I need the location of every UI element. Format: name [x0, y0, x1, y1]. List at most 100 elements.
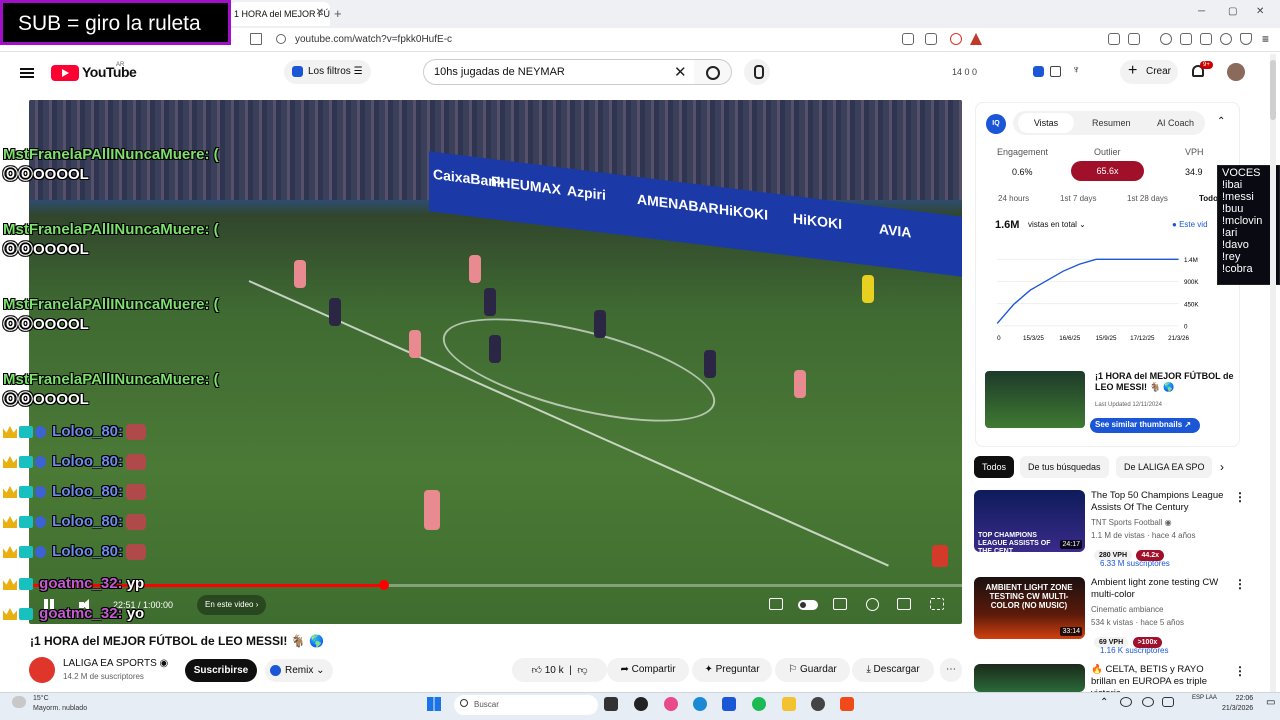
- system-clock[interactable]: 22:06 21/3/2026: [1222, 694, 1253, 714]
- scrubber-handle[interactable]: [379, 580, 390, 590]
- related-title[interactable]: 🔥 CELTA, BETIS y RAYO brillan en EUROPA …: [1091, 664, 1226, 692]
- tab-resumen[interactable]: Resumen: [1092, 118, 1131, 128]
- extensions-icon[interactable]: [1108, 33, 1120, 45]
- browser-tab[interactable]: 1 HORA del MEJOR FÚTBOL✕: [230, 2, 330, 26]
- wallet-icon[interactable]: [1200, 33, 1212, 45]
- spotify-icon[interactable]: [752, 697, 766, 711]
- brave-rewards-icon[interactable]: [970, 33, 982, 45]
- reader-icon[interactable]: [1128, 33, 1140, 45]
- url-field[interactable]: youtube.com/watch?v=fpkk0HufE-c: [295, 34, 452, 45]
- tools-icon[interactable]: [1050, 66, 1061, 77]
- site-info-icon[interactable]: [276, 34, 286, 44]
- download-button[interactable]: ⤓ Descargar: [852, 658, 934, 682]
- autoplay-toggle[interactable]: [798, 600, 818, 610]
- chip-from-channel[interactable]: De LALIGA EA SPO: [1116, 456, 1212, 478]
- subtitles-icon[interactable]: [833, 598, 847, 610]
- taskbar-search[interactable]: Buscar: [454, 695, 598, 715]
- cloud-icon[interactable]: [1142, 697, 1154, 707]
- task-view-icon[interactable]: [604, 697, 618, 711]
- related-thumbnail[interactable]: TOP CHAMPIONS LEAGUE ASSISTS OF THE CENT…: [974, 490, 1085, 552]
- search-button[interactable]: [694, 59, 732, 85]
- more-actions-icon[interactable]: ⋯: [940, 658, 962, 682]
- scrollbar-thumb[interactable]: [1270, 60, 1276, 120]
- avatar[interactable]: [1227, 63, 1245, 81]
- channel-name[interactable]: LALIGA EA SPORTS ◉: [63, 658, 168, 669]
- browser-menu-icon[interactable]: ≡: [1262, 32, 1269, 46]
- views-dropdown[interactable]: vistas en total ⌄: [1028, 220, 1086, 229]
- notification-center-icon[interactable]: ▭: [1266, 697, 1275, 708]
- brave-shield-icon[interactable]: [950, 33, 962, 45]
- clear-search-icon[interactable]: ✕: [674, 63, 687, 81]
- store-icon[interactable]: [722, 697, 736, 711]
- bookmark-icon[interactable]: [250, 33, 262, 45]
- ask-button[interactable]: ✦ Preguntar: [692, 658, 772, 682]
- chevron-right-icon[interactable]: ›: [1220, 460, 1224, 474]
- app-icon[interactable]: [634, 697, 648, 711]
- obs-icon[interactable]: [811, 697, 825, 711]
- related-channel[interactable]: TNT Sports Football ◉: [1091, 518, 1172, 527]
- related-title[interactable]: Ambient light zone testing CW multi-colo…: [1091, 577, 1226, 601]
- media-icon[interactable]: [1160, 33, 1172, 45]
- scrollbar[interactable]: [1270, 54, 1276, 694]
- see-similar-thumbnails-button[interactable]: See similar thumbnails ↗: [1090, 418, 1200, 433]
- close-window-icon[interactable]: ✕: [1256, 6, 1264, 17]
- chapter-button[interactable]: En este video ›: [197, 595, 267, 615]
- search-input[interactable]: 10hs jugadas de NEYMAR: [423, 59, 695, 85]
- tray-app-icon[interactable]: [1162, 697, 1174, 707]
- brave-browser-icon[interactable]: [840, 697, 854, 711]
- more-options-icon[interactable]: ⋮: [1234, 664, 1246, 678]
- related-thumbnail[interactable]: [974, 664, 1085, 692]
- edge-icon[interactable]: [693, 697, 707, 711]
- range-all[interactable]: Todo: [1199, 194, 1218, 203]
- onedrive-icon[interactable]: [1120, 697, 1132, 707]
- settings-gear-icon[interactable]: [866, 598, 879, 611]
- vidiq-stats[interactable]: 14 0 0: [946, 60, 1026, 84]
- create-button[interactable]: Crear: [1120, 60, 1178, 84]
- related-channel[interactable]: Cinematic ambiance: [1091, 605, 1163, 614]
- collapse-chevron-icon[interactable]: ⌃: [1217, 116, 1225, 127]
- theater-mode-icon[interactable]: [897, 598, 911, 610]
- new-tab-icon[interactable]: +: [334, 6, 342, 21]
- more-options-icon[interactable]: ⋮: [1234, 490, 1246, 504]
- weather-cloud-icon[interactable]: [12, 696, 26, 708]
- screenshot-icon[interactable]: [902, 33, 914, 45]
- youtube-logo-icon[interactable]: [51, 65, 79, 81]
- subscribe-button[interactable]: Suscribirse: [185, 659, 257, 682]
- weather-widget[interactable]: 15°C Mayorm. nublado: [33, 694, 87, 714]
- tab-vistas[interactable]: Vistas: [1018, 113, 1074, 133]
- file-explorer-icon[interactable]: [782, 697, 796, 711]
- voice-search-icon[interactable]: [744, 59, 770, 85]
- minimize-icon[interactable]: ─: [1198, 6, 1205, 17]
- vidiq-toolbar-icon[interactable]: [1033, 66, 1044, 77]
- vpn-icon[interactable]: [1240, 33, 1252, 45]
- tray-chevron-icon[interactable]: ⌃: [1100, 697, 1108, 708]
- fullscreen-icon[interactable]: [930, 598, 944, 610]
- youtube-wordmark[interactable]: YouTube: [82, 64, 137, 80]
- copilot-icon[interactable]: [664, 697, 678, 711]
- range-24h[interactable]: 24 hours: [998, 194, 1029, 203]
- more-options-icon[interactable]: ⋮: [1234, 577, 1246, 591]
- maximize-icon[interactable]: ▢: [1228, 6, 1237, 17]
- like-button[interactable]: 👍︎ 10 k: [531, 665, 563, 676]
- vidiq-player-icon[interactable]: [769, 598, 783, 610]
- related-thumbnail[interactable]: AMBIENT LIGHT ZONE TESTING CW MULTI-COLO…: [974, 577, 1085, 639]
- trophy-icon[interactable]: ♆: [1072, 64, 1080, 76]
- tab-ai-coach[interactable]: AI Coach: [1157, 118, 1194, 128]
- related-title[interactable]: The Top 50 Champions League Assists Of T…: [1091, 490, 1226, 514]
- filters-button[interactable]: Los filtros ☰: [284, 60, 371, 84]
- save-button[interactable]: ⚐ Guardar: [775, 658, 850, 682]
- sidebar-icon[interactable]: [1180, 33, 1192, 45]
- leo-ai-icon[interactable]: [1220, 33, 1232, 45]
- chip-all[interactable]: Todos: [974, 456, 1015, 478]
- share-button[interactable]: ➦ Compartir: [607, 658, 689, 682]
- remix-button[interactable]: Remix ⌄: [265, 659, 333, 682]
- hamburger-menu-icon[interactable]: [20, 66, 34, 80]
- progress-bar[interactable]: [29, 580, 962, 590]
- language-indicator[interactable]: ESP LAA: [1192, 694, 1217, 703]
- video-thumbnail-card[interactable]: [985, 371, 1085, 428]
- windows-start-icon[interactable]: [427, 697, 441, 711]
- range-7d[interactable]: 1st 7 days: [1060, 194, 1096, 203]
- channel-avatar[interactable]: [29, 657, 55, 683]
- range-28d[interactable]: 1st 28 days: [1127, 194, 1168, 203]
- close-tab-icon[interactable]: ✕: [316, 7, 324, 18]
